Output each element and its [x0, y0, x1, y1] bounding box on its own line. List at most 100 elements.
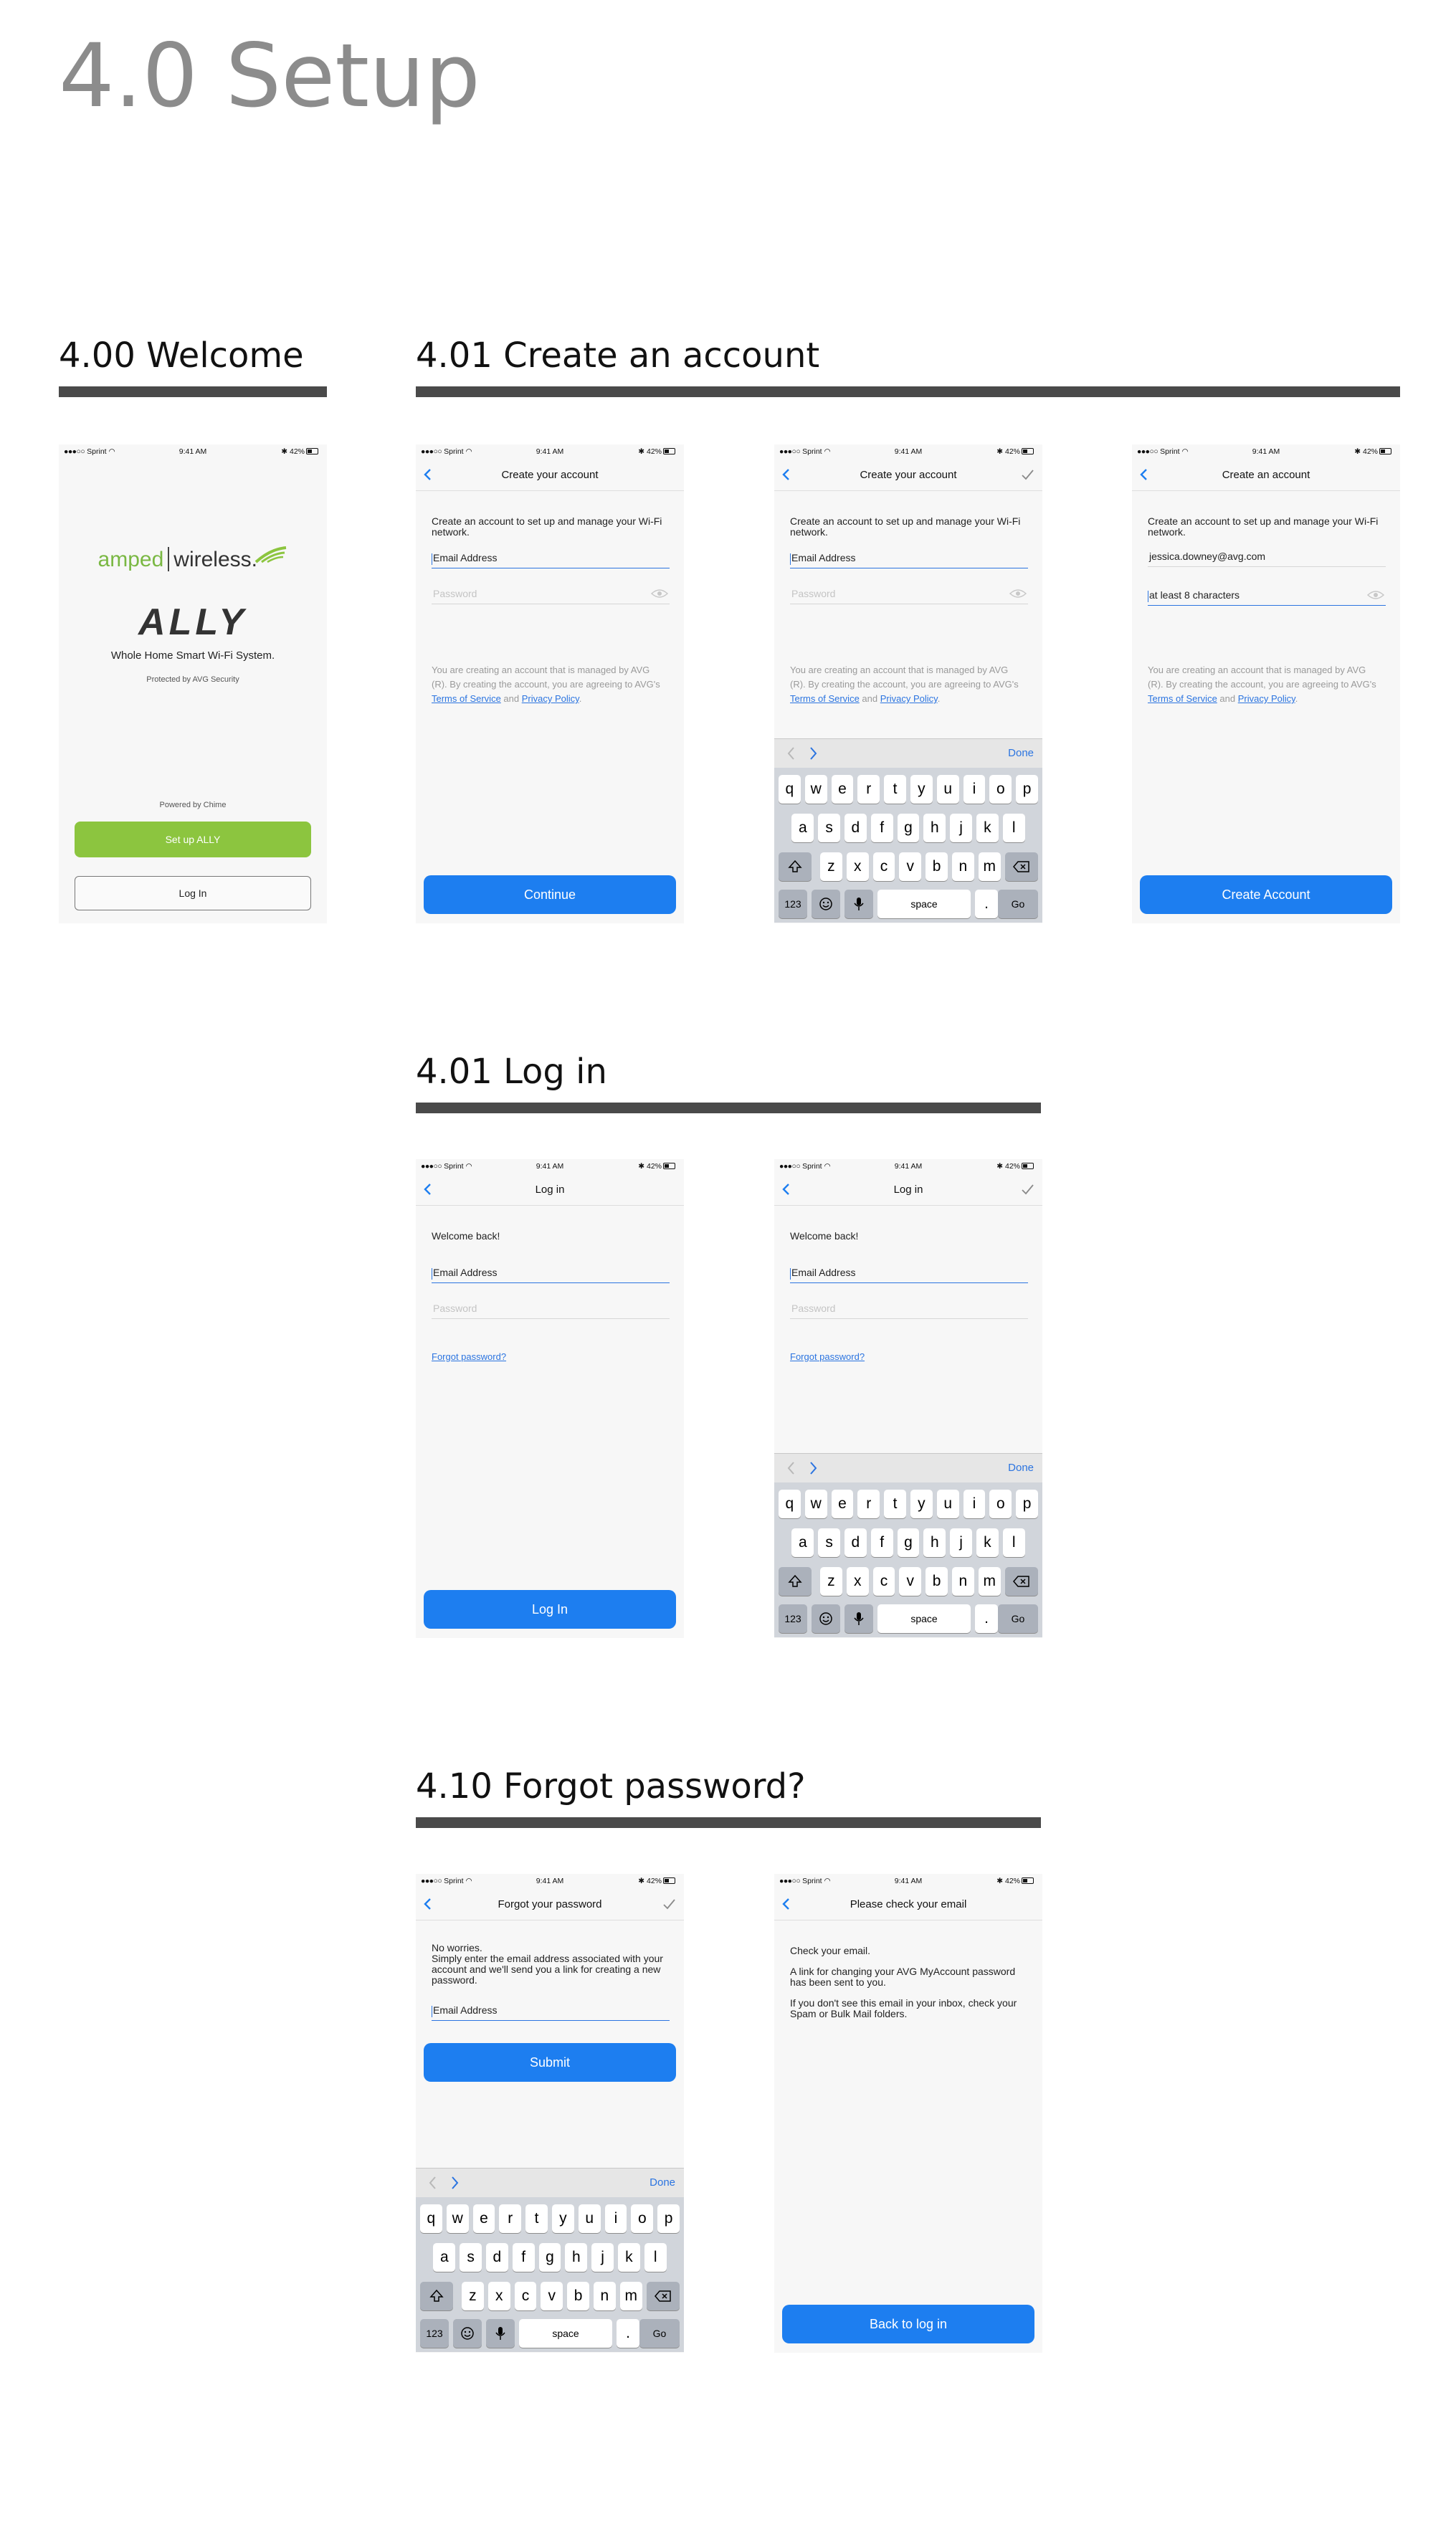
password-field[interactable]: at least 8 characters [1148, 585, 1386, 606]
continue-button[interactable]: Continue [424, 875, 676, 914]
key-q[interactable]: q [420, 2204, 442, 2233]
email-field[interactable]: Email Address [790, 1262, 1028, 1283]
key-b[interactable]: b [567, 2282, 589, 2310]
password-field[interactable]: Password [790, 1298, 1028, 1319]
key-c[interactable]: c [514, 2282, 537, 2310]
forgot-password-link[interactable]: Forgot password? [790, 1351, 865, 1362]
key-u[interactable]: u [936, 1490, 959, 1518]
checkmark-icon[interactable] [1019, 467, 1035, 482]
key-t[interactable]: t [525, 2204, 548, 2233]
key-h[interactable]: h [923, 814, 946, 842]
previous-field-chevron-icon[interactable] [784, 1460, 799, 1477]
privacy-policy-link[interactable]: Privacy Policy [1238, 693, 1295, 704]
key-z[interactable]: z [820, 852, 842, 881]
terms-of-service-link[interactable]: Terms of Service [1148, 693, 1217, 704]
key-o[interactable]: o [631, 2204, 654, 2233]
key-r[interactable]: r [857, 1490, 880, 1518]
create-account-button[interactable]: Create Account [1140, 875, 1392, 914]
dictation-key[interactable] [844, 1604, 873, 1633]
key-r[interactable]: r [499, 2204, 522, 2233]
key-f[interactable]: f [512, 2243, 535, 2272]
key-z[interactable]: z [820, 1567, 842, 1596]
next-field-chevron-icon[interactable] [806, 1460, 820, 1477]
numbers-key[interactable]: 123 [420, 2319, 449, 2348]
key-l[interactable]: l [1002, 1528, 1025, 1557]
key-c[interactable]: c [872, 852, 895, 881]
shift-key[interactable] [779, 852, 812, 881]
key-c[interactable]: c [872, 1567, 895, 1596]
key-w[interactable]: w [804, 775, 827, 804]
key-b[interactable]: b [926, 1567, 948, 1596]
key-l[interactable]: l [1002, 814, 1025, 842]
key-i[interactable]: i [604, 2204, 627, 2233]
key-n[interactable]: n [594, 2282, 616, 2310]
password-field[interactable]: Password [432, 584, 670, 604]
checkmark-icon[interactable] [1019, 1181, 1035, 1197]
privacy-policy-link[interactable]: Privacy Policy [522, 693, 579, 704]
key-g[interactable]: g [897, 1528, 920, 1557]
previous-field-chevron-icon[interactable] [784, 745, 799, 762]
delete-key[interactable] [647, 2282, 680, 2310]
period-key[interactable]: . [975, 890, 998, 918]
shift-key[interactable] [779, 1567, 812, 1596]
key-t[interactable]: t [884, 1490, 906, 1518]
key-a[interactable]: a [791, 1528, 814, 1557]
key-s[interactable]: s [818, 814, 840, 842]
key-f[interactable]: f [870, 1528, 893, 1557]
setup-ally-button[interactable]: Set up ALLY [75, 822, 311, 857]
delete-key[interactable] [1005, 1567, 1038, 1596]
dictation-key[interactable] [486, 2319, 515, 2348]
key-y[interactable]: y [910, 1490, 933, 1518]
privacy-policy-link[interactable]: Privacy Policy [880, 693, 938, 704]
emoji-key[interactable] [453, 2319, 482, 2348]
key-d[interactable]: d [486, 2243, 508, 2272]
key-i[interactable]: i [963, 775, 986, 804]
emoji-key[interactable] [812, 1604, 840, 1633]
key-a[interactable]: a [791, 814, 814, 842]
key-w[interactable]: w [446, 2204, 469, 2233]
password-field[interactable]: Password [432, 1298, 670, 1319]
login-button[interactable]: Log In [424, 1590, 676, 1629]
dictation-key[interactable] [844, 890, 873, 918]
show-password-eye-icon[interactable] [1009, 589, 1027, 599]
submit-button[interactable]: Submit [424, 2043, 676, 2082]
login-button[interactable]: Log In [75, 876, 311, 910]
go-key[interactable]: Go [998, 1604, 1038, 1633]
period-key[interactable]: . [617, 2319, 639, 2348]
key-q[interactable]: q [779, 775, 801, 804]
delete-key[interactable] [1005, 852, 1038, 881]
shift-key[interactable] [420, 2282, 453, 2310]
key-a[interactable]: a [433, 2243, 456, 2272]
key-v[interactable]: v [541, 2282, 563, 2310]
email-field[interactable]: Email Address [432, 1262, 670, 1283]
key-p[interactable]: p [657, 2204, 680, 2233]
key-d[interactable]: d [844, 814, 867, 842]
terms-of-service-link[interactable]: Terms of Service [790, 693, 860, 704]
key-q[interactable]: q [779, 1490, 801, 1518]
show-password-eye-icon[interactable] [1367, 590, 1384, 600]
key-h[interactable]: h [923, 1528, 946, 1557]
email-field[interactable]: Email Address [432, 548, 670, 568]
key-x[interactable]: x [846, 852, 869, 881]
key-u[interactable]: u [936, 775, 959, 804]
next-field-chevron-icon[interactable] [447, 2174, 462, 2191]
space-key[interactable]: space [877, 1604, 971, 1633]
period-key[interactable]: . [975, 1604, 998, 1633]
email-field[interactable]: jessica.downey@avg.com [1148, 546, 1386, 567]
key-g[interactable]: g [538, 2243, 561, 2272]
key-k[interactable]: k [618, 2243, 640, 2272]
key-t[interactable]: t [884, 775, 906, 804]
terms-of-service-link[interactable]: Terms of Service [432, 693, 501, 704]
key-v[interactable]: v [899, 852, 922, 881]
key-y[interactable]: y [552, 2204, 574, 2233]
previous-field-chevron-icon[interactable] [426, 2174, 440, 2191]
key-f[interactable]: f [870, 814, 893, 842]
next-field-chevron-icon[interactable] [806, 745, 820, 762]
numbers-key[interactable]: 123 [779, 890, 807, 918]
key-g[interactable]: g [897, 814, 920, 842]
key-m[interactable]: m [978, 852, 1001, 881]
key-k[interactable]: k [976, 814, 999, 842]
done-button[interactable]: Done [1008, 1462, 1034, 1474]
key-m[interactable]: m [619, 2282, 642, 2310]
key-v[interactable]: v [899, 1567, 922, 1596]
